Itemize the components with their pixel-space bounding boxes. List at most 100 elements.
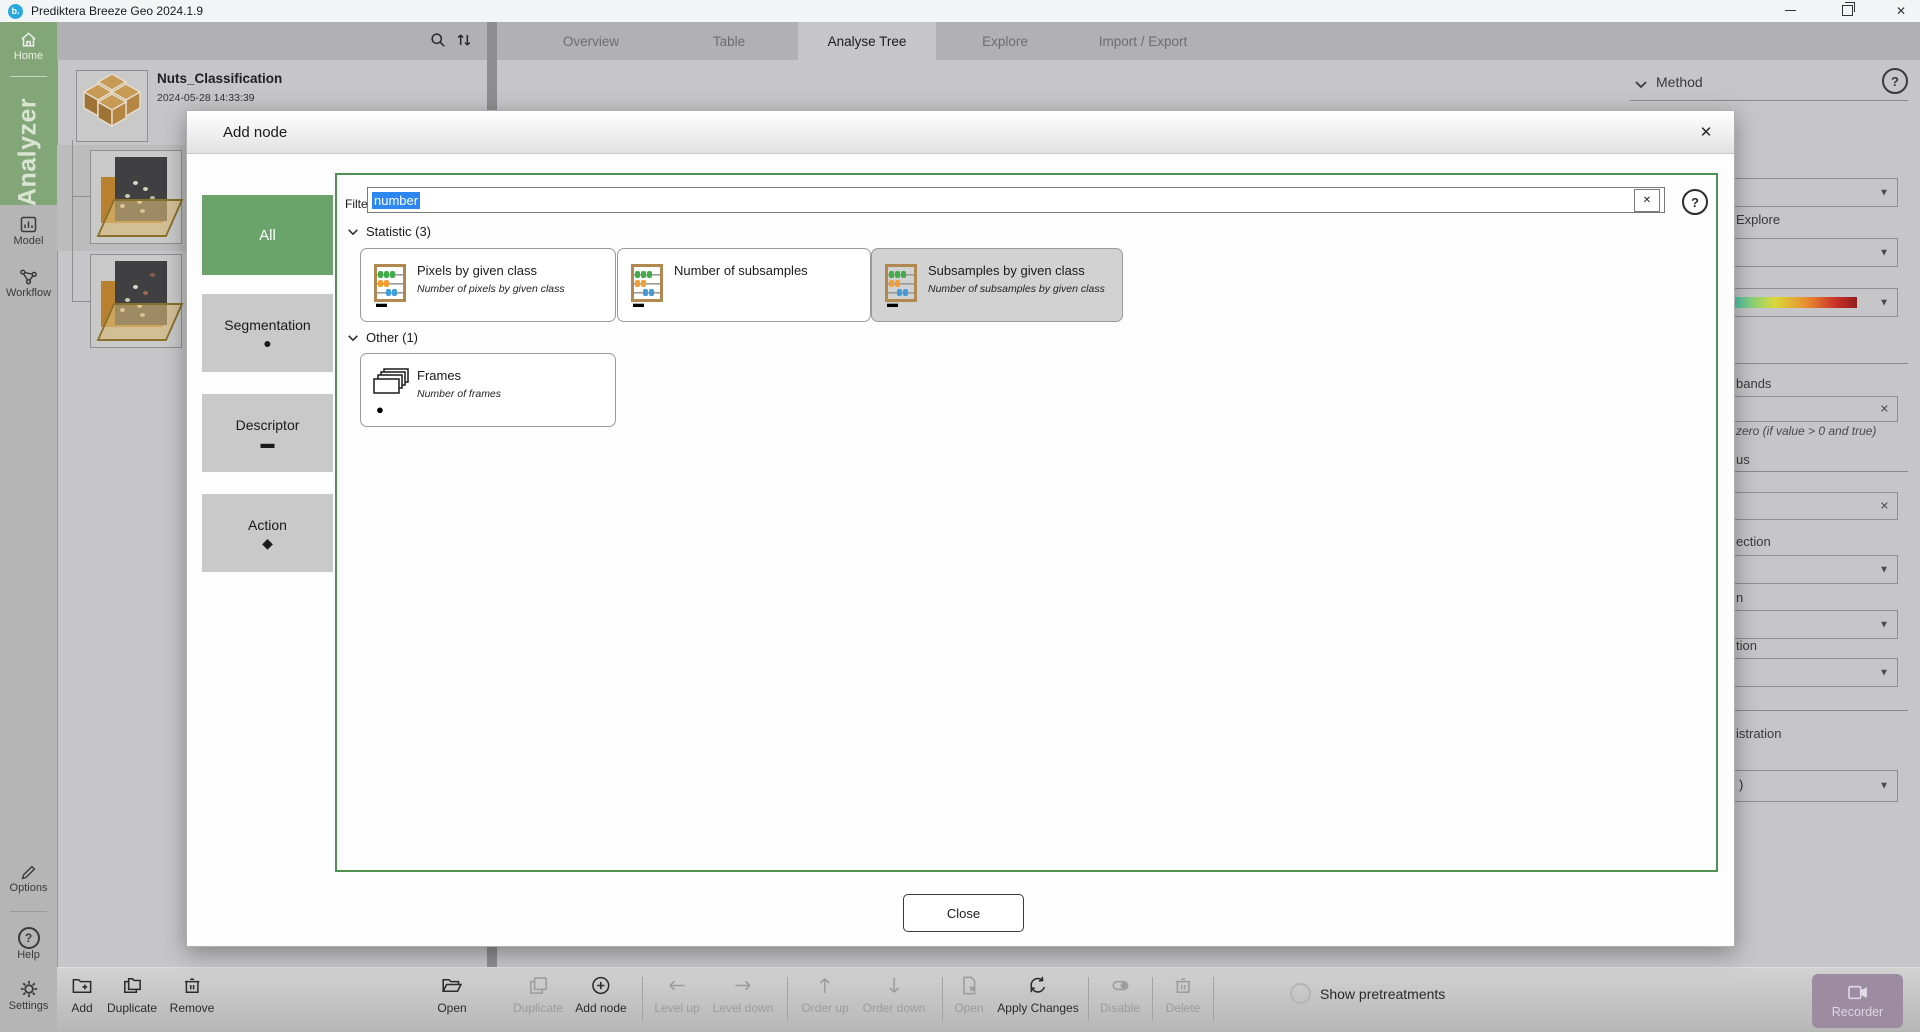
- copy-icon: [527, 974, 550, 997]
- tab-table[interactable]: Table: [660, 22, 798, 60]
- add-node-button[interactable]: Add node: [575, 974, 626, 1015]
- disable-button[interactable]: Disable: [1100, 974, 1140, 1015]
- sidebar-item-analyzer[interactable]: Analyzer: [14, 98, 43, 206]
- folders-icon: [121, 974, 144, 997]
- arrow-up-icon: [813, 974, 836, 997]
- sidebar-item-model[interactable]: Model: [0, 214, 57, 247]
- clear-icon: ✕: [1643, 195, 1651, 206]
- chevron-down-icon: [347, 334, 359, 342]
- tab-strip: Overview Table Analyse Tree Explore Impo…: [497, 22, 1920, 60]
- sidebar-item-workflow[interactable]: Workflow: [0, 266, 57, 299]
- help-icon: ?: [18, 927, 40, 949]
- circle-shape-icon: ●: [376, 404, 384, 415]
- toggle-icon: [1109, 974, 1132, 997]
- chevron-down-icon: ▼: [1879, 187, 1889, 198]
- tree-connector: [72, 301, 90, 302]
- sidebar-item-home[interactable]: Home: [0, 30, 57, 62]
- minimize-button[interactable]: [1773, 0, 1807, 21]
- close-window-button[interactable]: ✕: [1884, 0, 1918, 21]
- dialog-title: Add node: [223, 124, 287, 141]
- project-thumbnail[interactable]: [76, 70, 148, 142]
- sidebar-item-help[interactable]: ? Help: [0, 927, 57, 961]
- tree-connector: [72, 140, 73, 302]
- method-section-header[interactable]: Method: [1656, 74, 1703, 90]
- sidebar-item-options[interactable]: Options: [0, 862, 57, 894]
- chevron-down-icon: ▼: [1879, 564, 1889, 575]
- section-header-statistic[interactable]: Statistic (3): [347, 224, 431, 239]
- node-card-frames[interactable]: Frames Number of frames ●: [360, 353, 616, 427]
- chevron-down-icon: ▼: [1879, 297, 1889, 308]
- node-card-subsamples-by-given-class[interactable]: Subsamples by given class Number of subs…: [871, 248, 1123, 322]
- sidebar-divider: [10, 76, 47, 77]
- dialog-close-action-button[interactable]: Close: [903, 894, 1024, 932]
- search-icon[interactable]: [428, 30, 448, 50]
- remove-project-button[interactable]: Remove: [170, 974, 215, 1015]
- node-card-pixels-by-given-class[interactable]: Pixels by given class Number of pixels b…: [360, 248, 616, 322]
- category-action-button[interactable]: Action ◆: [202, 494, 333, 572]
- tree-node-thumbnail[interactable]: [90, 254, 182, 348]
- abacus-icon: [372, 263, 408, 303]
- toolbar-separator: [1152, 977, 1153, 1021]
- show-pretreatments-radio[interactable]: [1290, 983, 1311, 1004]
- category-segmentation-button[interactable]: Segmentation ●: [202, 294, 333, 372]
- close-icon: ✕: [1896, 4, 1906, 18]
- restore-button[interactable]: [1830, 0, 1864, 21]
- tree-node-thumbnail[interactable]: [90, 150, 182, 244]
- divider: [1733, 363, 1908, 364]
- chevron-down-icon[interactable]: [1634, 80, 1648, 89]
- add-project-button[interactable]: Add: [71, 974, 94, 1015]
- dialog-titlebar[interactable]: Add node ✕: [187, 111, 1734, 154]
- sidebar-item-label: Help: [0, 949, 57, 961]
- toolbar-separator: [787, 977, 788, 1021]
- app-title: Prediktera Breeze Geo 2024.1.9: [31, 4, 203, 18]
- open-node-button[interactable]: Open: [954, 974, 983, 1015]
- filter-clear-button[interactable]: ✕: [1634, 189, 1660, 212]
- sidebar-divider: [10, 911, 47, 912]
- tab-analyse-tree[interactable]: Analyse Tree: [798, 22, 936, 60]
- duplicate-project-button[interactable]: Duplicate: [107, 974, 157, 1015]
- chevron-down-icon: ▼: [1879, 781, 1889, 792]
- delete-node-button[interactable]: Delete: [1166, 974, 1201, 1015]
- label-fragment: tion: [1736, 638, 1757, 653]
- toolbar-separator: [942, 977, 943, 1021]
- tab-import-export[interactable]: Import / Export: [1074, 22, 1212, 60]
- clear-icon[interactable]: ✕: [1880, 500, 1889, 513]
- tree-connector: [72, 196, 90, 197]
- apply-changes-button[interactable]: Apply Changes: [997, 974, 1078, 1015]
- tab-overview[interactable]: Overview: [522, 22, 660, 60]
- open-project-button[interactable]: Open: [437, 974, 466, 1015]
- project-title[interactable]: Nuts_Classification: [157, 71, 282, 86]
- filter-input[interactable]: number: [367, 187, 1665, 213]
- arrow-left-icon: [666, 974, 689, 997]
- project-cubes-icon: [78, 74, 146, 136]
- sidebar-item-label: Workflow: [0, 287, 57, 299]
- dialog-close-button[interactable]: ✕: [1692, 119, 1720, 145]
- chevron-down-icon: ▼: [1879, 667, 1889, 678]
- frames-icon: [372, 368, 410, 402]
- toolbar-separator: [642, 977, 643, 1021]
- folder-front-graphic: [97, 303, 184, 341]
- level-up-button[interactable]: Level up: [654, 974, 699, 1015]
- duplicate-node-button[interactable]: Duplicate: [513, 974, 563, 1015]
- filter-help-icon[interactable]: ?: [1682, 189, 1708, 215]
- sidebar-item-label: Options: [0, 882, 57, 894]
- category-descriptor-button[interactable]: Descriptor ▬: [202, 394, 333, 472]
- section-header-other[interactable]: Other (1): [347, 330, 418, 345]
- add-node-dialog: Add node ✕ All Segmentation ● Descriptor…: [186, 110, 1735, 947]
- recorder-button[interactable]: Recorder: [1812, 974, 1903, 1028]
- category-all-button[interactable]: All: [202, 195, 333, 275]
- order-up-button[interactable]: Order up: [801, 974, 848, 1015]
- trash-icon: [1172, 974, 1195, 997]
- refresh-icon: [1026, 974, 1049, 997]
- chevron-down-icon: ▼: [1879, 619, 1889, 630]
- method-help-icon[interactable]: ?: [1882, 68, 1908, 94]
- close-icon: ✕: [1700, 123, 1713, 141]
- sidebar-item-settings[interactable]: Settings: [0, 978, 57, 1012]
- clear-icon[interactable]: ✕: [1880, 403, 1889, 416]
- tab-explore[interactable]: Explore: [936, 22, 1074, 60]
- order-down-button[interactable]: Order down: [863, 974, 926, 1015]
- toolbar-separator: [1088, 977, 1089, 1021]
- level-down-button[interactable]: Level down: [713, 974, 774, 1015]
- sort-icon[interactable]: [454, 30, 474, 50]
- node-card-number-of-subsamples[interactable]: Number of subsamples ▬: [617, 248, 871, 322]
